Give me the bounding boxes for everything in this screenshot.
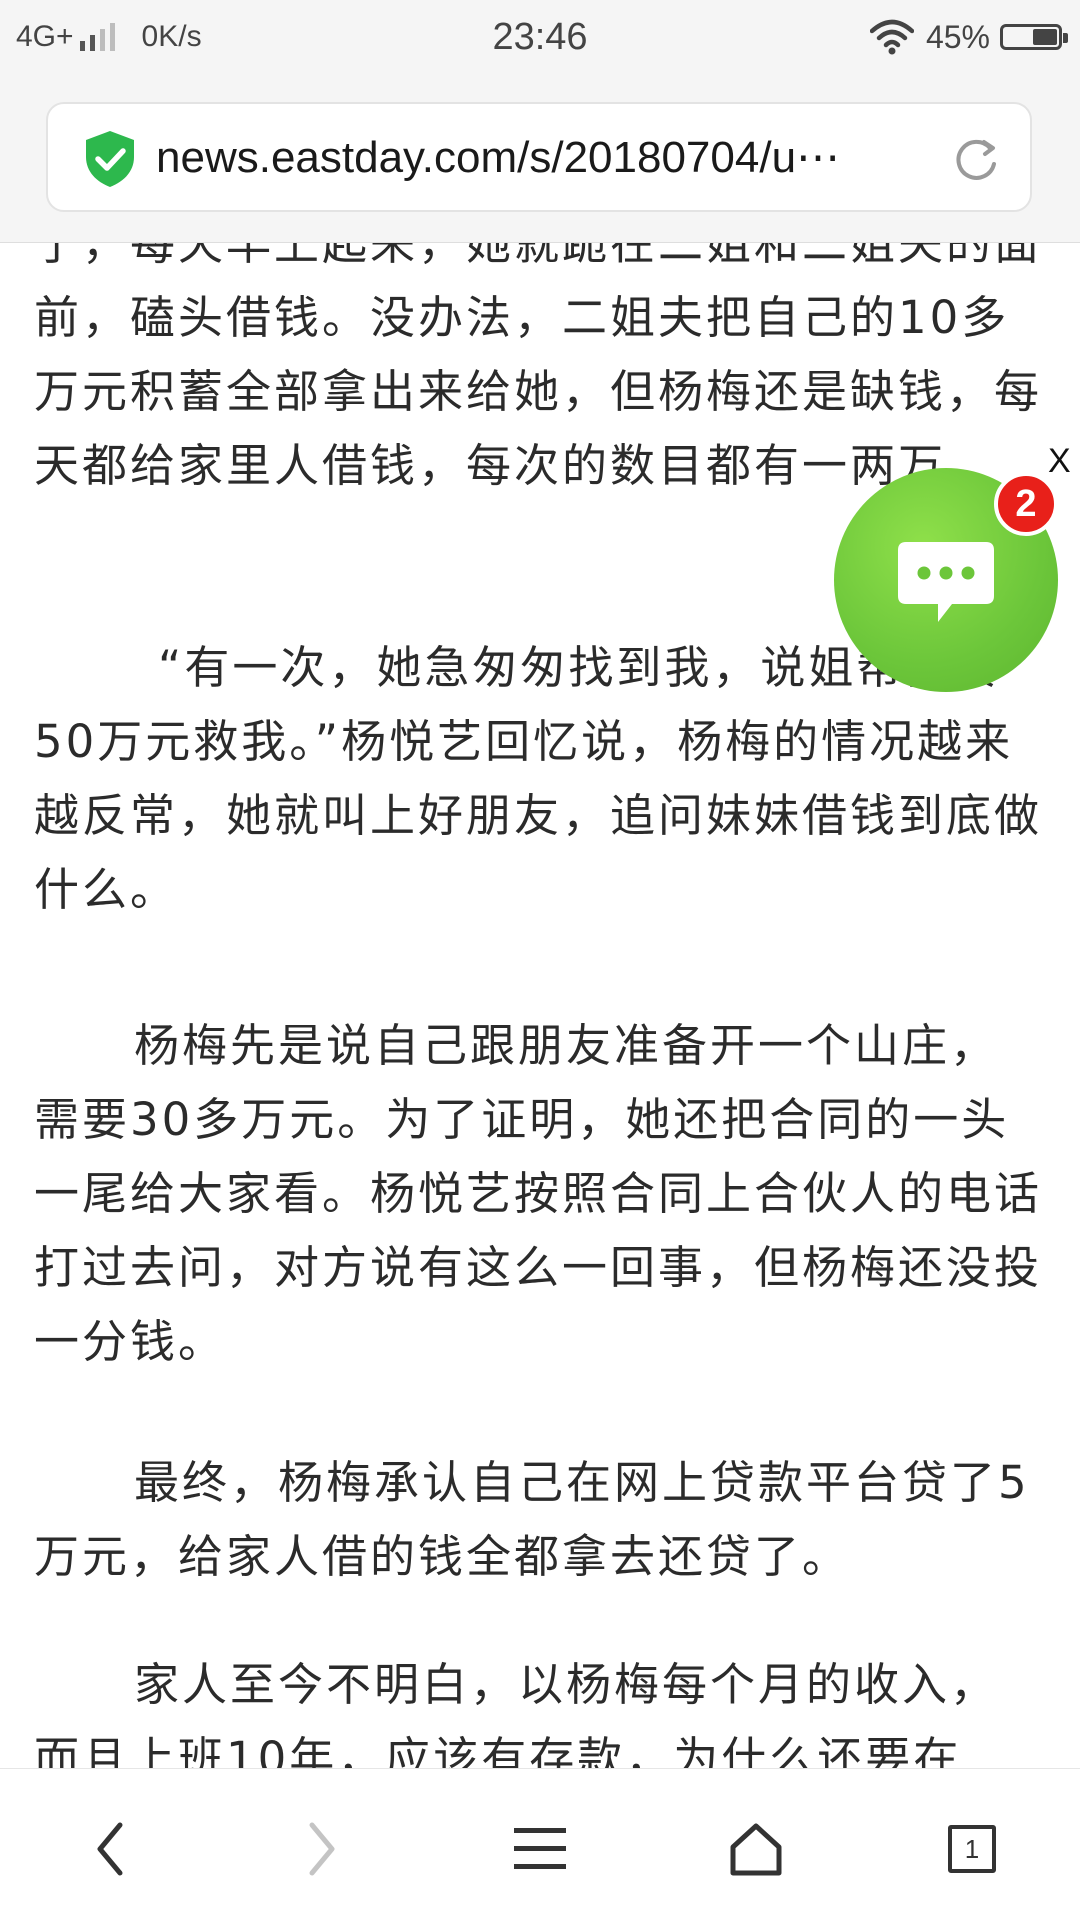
reload-icon[interactable]	[950, 134, 1004, 188]
shield-check-icon	[86, 131, 134, 187]
article-paragraph: 了，每天早上起来，她就跪在二姐和二姐夫的面前，磕头借钱。没办法，二姐夫把自己的1…	[34, 243, 1043, 492]
tabs-button[interactable]: 1	[932, 1809, 1012, 1889]
tabs-icon: 1	[948, 1825, 996, 1873]
browser-toolbar: news.eastday.com/s/20180704/u⋯	[0, 74, 1080, 243]
home-icon	[730, 1823, 782, 1876]
forward-button[interactable]	[282, 1809, 362, 1889]
address-bar[interactable]: news.eastday.com/s/20180704/u⋯	[46, 102, 1032, 212]
chat-bubble-icon	[898, 542, 994, 622]
menu-button[interactable]	[500, 1809, 580, 1889]
chat-close-button[interactable]: X	[1048, 442, 1071, 481]
back-icon	[97, 1822, 123, 1876]
bottom-nav-bar: 1	[0, 1768, 1080, 1921]
menu-icon	[514, 1828, 566, 1869]
battery-icon	[1000, 24, 1068, 50]
notification-badge: 2	[994, 472, 1058, 536]
battery-fill	[1033, 29, 1057, 45]
wifi-icon	[869, 19, 914, 55]
article-paragraph: 家人至今不明白，以杨梅每个月的收入，而且上班10年，应该有存款，为什么还要在	[34, 1658, 999, 1768]
status-bar: 4G+ 0K/s 23:46 45%	[0, 0, 1080, 74]
back-button[interactable]	[70, 1809, 150, 1889]
home-button[interactable]	[716, 1809, 796, 1889]
url-text[interactable]: news.eastday.com/s/20180704/u⋯	[156, 132, 956, 184]
battery-percent: 45%	[925, 18, 990, 55]
status-right: 45%	[869, 14, 1068, 60]
article-paragraph: 杨梅先是说自己跟朋友准备开一个山庄，需要30多万元。为了证明，她还把合同的一头一…	[34, 1019, 1043, 1368]
forward-icon	[309, 1822, 335, 1876]
article-paragraph: 最终，杨梅承认自己在网上贷款平台贷了5万元，给家人借的钱全都拿去还贷了。	[34, 1456, 1030, 1583]
